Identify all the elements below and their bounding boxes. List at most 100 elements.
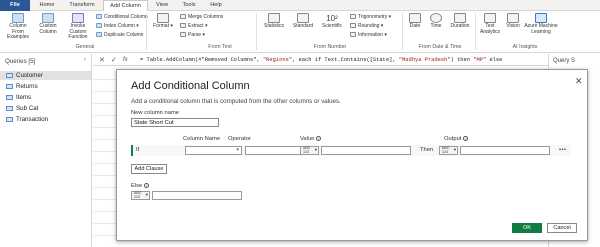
- scientific-button[interactable]: 10² Scientific: [318, 13, 346, 30]
- if-label: If: [136, 147, 140, 153]
- duplicate-column-button[interactable]: Duplicate Column: [96, 32, 143, 38]
- column-from-examples-icon: [12, 13, 24, 23]
- parse-button[interactable]: Parse ▾: [180, 32, 205, 38]
- standard-label: Standard: [292, 23, 314, 29]
- invoke-custom-function-label: Invoke Custom Function: [68, 23, 88, 40]
- output-type-button[interactable]: ABC 123 ▾: [439, 146, 458, 155]
- value-input[interactable]: [321, 146, 411, 155]
- eye-icon: [507, 13, 519, 23]
- grid-row-line: [93, 223, 117, 224]
- query-item-items[interactable]: Items: [0, 93, 91, 102]
- query-item-sub-cat[interactable]: Sub Cat: [0, 104, 91, 113]
- tab-help[interactable]: Help: [204, 0, 228, 11]
- rounding-button[interactable]: Rounding ▾: [350, 23, 383, 29]
- date-label: Date: [409, 23, 421, 29]
- dialog-title: Add Conditional Column: [131, 80, 250, 92]
- query-label: Customer: [16, 72, 43, 79]
- chevron-down-icon: ▾: [168, 23, 173, 29]
- column-name-dropdown[interactable]: ▾: [185, 146, 242, 155]
- query-item-returns[interactable]: Returns: [0, 82, 91, 91]
- trigonometry-button[interactable]: Trigonometry ▾: [350, 14, 391, 20]
- chevron-down-icon: ▾: [314, 147, 317, 152]
- column-from-examples-button[interactable]: Column From Examples: [3, 13, 33, 41]
- tab-transform[interactable]: Transform: [64, 0, 100, 11]
- calendar-icon: [409, 13, 421, 23]
- ok-button[interactable]: OK: [512, 223, 542, 233]
- query-label: Items: [16, 94, 32, 101]
- vision-button[interactable]: Vision: [503, 13, 523, 30]
- query-item-transaction[interactable]: Transaction: [0, 115, 91, 124]
- tab-home[interactable]: Home: [32, 0, 62, 11]
- scientific-label: Scientific: [321, 23, 342, 29]
- grid-row-line: [93, 151, 117, 152]
- new-column-name-input[interactable]: [131, 118, 219, 127]
- grid-row-line: [93, 163, 117, 164]
- information-button[interactable]: Information ▾: [350, 32, 387, 38]
- output-header: Output i: [444, 136, 469, 142]
- invoke-custom-function-button[interactable]: Invoke Custom Function: [63, 13, 93, 41]
- group-label-from-number: From Number: [313, 44, 347, 50]
- index-column-button[interactable]: Index Column ▾: [96, 23, 139, 29]
- tab-tools[interactable]: Tools: [176, 0, 202, 11]
- extract-label: Extract: [188, 23, 204, 29]
- add-conditional-column-dialog: Add Conditional Column ✕ Add a condition…: [116, 69, 588, 241]
- date-button[interactable]: Date: [405, 13, 425, 30]
- table-icon: [6, 95, 13, 100]
- ribbon-tabs: File Home Transform Add Column View Tool…: [0, 0, 600, 12]
- output-header-text: Output: [444, 136, 462, 142]
- fx-icon[interactable]: fx: [123, 57, 128, 63]
- query-label: Transaction: [16, 116, 49, 123]
- collapse-pane-icon[interactable]: ‹: [84, 57, 86, 63]
- format-icon: [157, 13, 169, 23]
- statistics-button[interactable]: Statistics: [260, 13, 288, 30]
- column-from-examples-label: Column From Examples: [7, 23, 29, 40]
- output-input[interactable]: [460, 146, 550, 155]
- trigonometry-label: Trigonometry: [358, 14, 388, 20]
- more-options-icon[interactable]: •••: [559, 147, 567, 153]
- value-type-button[interactable]: ABC 123 ▾: [300, 146, 319, 155]
- operator-header: Operator: [228, 136, 251, 142]
- cancel-button[interactable]: Cancel: [547, 223, 577, 233]
- duration-button[interactable]: Duration: [447, 13, 473, 30]
- query-label: Returns: [16, 83, 38, 90]
- tab-view[interactable]: View: [150, 0, 174, 11]
- custom-column-button[interactable]: Custom Column: [35, 13, 61, 35]
- else-type-button[interactable]: ABC 123 ▾: [131, 191, 150, 200]
- azure-ml-button[interactable]: Azure Machine Learning: [524, 13, 558, 35]
- parse-icon: [180, 32, 186, 37]
- text-analytics-icon: [484, 13, 496, 23]
- time-button[interactable]: Time: [426, 13, 446, 30]
- group-separator: [146, 13, 147, 50]
- vision-label: Vision: [506, 23, 520, 29]
- conditional-column-button[interactable]: Conditional Column: [96, 14, 148, 20]
- formula-part: = Table.AddColumn(#"Removed Columns",: [140, 57, 263, 63]
- grid-row-line: [93, 199, 117, 200]
- chevron-down-icon: ▾: [387, 14, 392, 20]
- chevron-down-icon: ▾: [134, 23, 139, 29]
- add-clause-button[interactable]: Add Clause: [131, 164, 167, 174]
- extract-button[interactable]: Extract ▾: [180, 23, 207, 29]
- cancel-formula-icon[interactable]: ✕: [99, 56, 105, 64]
- conditional-column-icon: [96, 14, 102, 19]
- query-item-customer[interactable]: Customer: [0, 71, 91, 80]
- commit-formula-icon[interactable]: ✓: [111, 56, 117, 64]
- else-input[interactable]: [152, 191, 242, 200]
- formula-text[interactable]: = Table.AddColumn(#"Removed Columns", "R…: [140, 57, 502, 63]
- grid-row-line: [93, 211, 117, 212]
- standard-button[interactable]: Standard: [289, 13, 317, 30]
- dialog-description: Add a conditional column that is compute…: [131, 98, 341, 105]
- grid-row-line: [93, 175, 117, 176]
- table-icon: [6, 106, 13, 111]
- format-button[interactable]: Format ▾: [150, 13, 176, 30]
- grid-row-line: [93, 103, 117, 104]
- duration-label: Duration: [450, 23, 470, 29]
- formula-part: , each if Text.Contains([State],: [292, 57, 399, 63]
- query-settings-title: Query S: [553, 58, 576, 64]
- tab-file[interactable]: File: [0, 0, 30, 11]
- info-icon: i: [463, 136, 469, 141]
- merge-columns-button[interactable]: Merge Columns: [180, 14, 223, 20]
- information-icon: [350, 32, 356, 37]
- formula-bar: ✕ ✓ fx = Table.AddColumn(#"Removed Colum…: [93, 54, 548, 66]
- text-analytics-button[interactable]: Text Analytics: [478, 13, 502, 35]
- close-icon[interactable]: ✕: [575, 76, 583, 87]
